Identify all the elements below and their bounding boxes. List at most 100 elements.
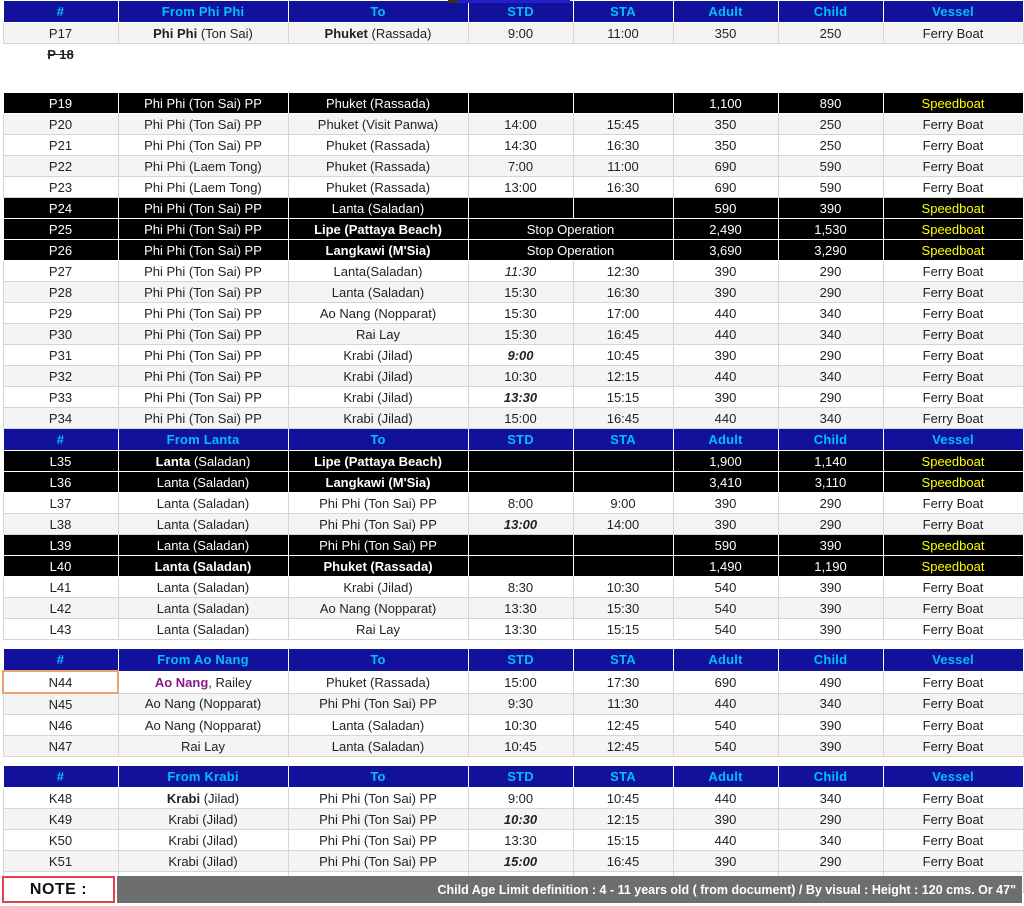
cell-std: 10:30 (467, 714, 574, 736)
table-row[interactable]: P17 Phi Phi (Ton Sai) Phuket (Rassada) 9… (2, 22, 1024, 44)
cell-std: 14:00 (467, 113, 574, 135)
cell-child: 590 (777, 176, 884, 198)
table-row[interactable]: L39 Lanta (Saladan) Phi Phi (Ton Sai) PP… (2, 534, 1024, 556)
cell-std: 13:30 (467, 829, 574, 851)
cell-from: Phi Phi (Ton Sai) PP (117, 134, 289, 156)
cell-num-selected[interactable]: N44 (2, 670, 119, 694)
cell-sta: 17:30 (572, 670, 674, 694)
table-row[interactable]: L35 Lanta (Saladan) Lipe (Pattaya Beach)… (2, 450, 1024, 472)
cell-vessel: Ferry Boat (882, 176, 1024, 198)
cell-empty (883, 756, 1023, 766)
cell-adult: 590 (672, 534, 779, 556)
table-row[interactable]: L36 Lanta (Saladan) Langkawi (M'Sia) 3,4… (2, 471, 1024, 493)
cell-from-bold: Krabi (166, 790, 201, 806)
table-row[interactable]: P33 Phi Phi (Ton Sai) PP Krabi (Jilad) 1… (2, 386, 1024, 408)
table-row[interactable]: L41 Lanta (Saladan) Krabi (Jilad) 8:30 1… (2, 576, 1024, 598)
cell-num: K50 (2, 829, 119, 851)
cell-num: K48 (2, 787, 119, 809)
cell-child: 290 (777, 513, 884, 535)
cell-num: P26 (2, 239, 119, 261)
table-row-selected[interactable]: N44 Ao Nang, Railey Phuket (Rassada) 15:… (2, 670, 1024, 694)
col-header-from-phi-phi: From Phi Phi (117, 0, 289, 23)
table-row[interactable]: P20 Phi Phi (Ton Sai) PP Phuket (Visit P… (2, 113, 1024, 135)
cell-child: 390 (777, 597, 884, 619)
cell-std: 8:30 (467, 576, 574, 598)
cell-adult: 390 (672, 344, 779, 366)
col-header-to: To (287, 765, 469, 788)
cell-child: 390 (777, 576, 884, 598)
cell-empty (673, 639, 778, 649)
cell-from: Ao Nang, Railey (117, 670, 289, 694)
cell-empty (883, 43, 1023, 64)
cell-child: 1,190 (777, 555, 884, 577)
table-row[interactable]: K51 Krabi (Jilad) Phi Phi (Ton Sai) PP 1… (2, 850, 1024, 872)
table-row[interactable]: L37 Lanta (Saladan) Phi Phi (Ton Sai) PP… (2, 492, 1024, 514)
table-row[interactable]: P34 Phi Phi (Ton Sai) PP Krabi (Jilad) 1… (2, 407, 1024, 429)
cell-child: 290 (777, 344, 884, 366)
table-row[interactable]: N45 Ao Nang (Nopparat) Phi Phi (Ton Sai)… (2, 692, 1024, 715)
col-header-num: # (2, 0, 119, 23)
note-footer: NOTE : Child Age Limit definition : 4 - … (2, 876, 1022, 903)
cell-from: Phi Phi (Ton Sai) PP (117, 113, 289, 135)
cell-from: Phi Phi (Ton Sai) PP (117, 323, 289, 345)
cell-from-bold: Ao Nang (154, 674, 209, 690)
table-row[interactable]: P25 Phi Phi (Ton Sai) PP Lipe (Pattaya B… (2, 218, 1024, 240)
spacer-row (3, 756, 1023, 766)
cell-vessel: Ferry Boat (882, 692, 1024, 715)
cell-num: P28 (2, 281, 119, 303)
cell-empty (118, 43, 288, 64)
table-row[interactable]: L38 Lanta (Saladan) Phi Phi (Ton Sai) PP… (2, 513, 1024, 535)
cell-empty (118, 639, 288, 649)
table-row[interactable]: P22 Phi Phi (Laem Tong) Phuket (Rassada)… (2, 155, 1024, 177)
table-row[interactable]: P30 Phi Phi (Ton Sai) PP Rai Lay 15:30 1… (2, 323, 1024, 345)
table-row[interactable]: P28 Phi Phi (Ton Sai) PP Lanta (Saladan)… (2, 281, 1024, 303)
cell-num: K51 (2, 850, 119, 872)
table-row[interactable]: K48 Krabi (Jilad) Phi Phi (Ton Sai) PP 9… (2, 787, 1024, 809)
cell-sta: 17:00 (572, 302, 674, 324)
cell-empty (468, 43, 573, 64)
cell-adult: 540 (672, 735, 779, 757)
table-row[interactable]: P21 Phi Phi (Ton Sai) PP Phuket (Rassada… (2, 134, 1024, 156)
cell-child: 290 (777, 281, 884, 303)
spacer-row (3, 84, 1023, 93)
cell-empty (468, 639, 573, 649)
cell-to: Krabi (Jilad) (287, 576, 469, 598)
header-row-lanta: # From Lanta To STD STA Adult Child Vess… (2, 428, 1024, 451)
spacer-row (3, 639, 1023, 649)
table-row[interactable]: P26 Phi Phi (Ton Sai) PP Langkawi (M'Sia… (2, 239, 1024, 261)
col-header-to: To (287, 648, 469, 672)
table-row[interactable]: P19 Phi Phi (Ton Sai) PP Phuket (Rassada… (2, 92, 1024, 114)
note-text: Child Age Limit definition : 4 - 11 year… (117, 876, 1022, 903)
cell-from: Rai Lay (117, 735, 289, 757)
cell-adult: 690 (672, 670, 779, 694)
table-row[interactable]: P24 Phi Phi (Ton Sai) PP Lanta (Saladan)… (2, 197, 1024, 219)
col-header-vessel: Vessel (882, 648, 1024, 672)
header-row-krabi: # From Krabi To STD STA Adult Child Vess… (2, 765, 1024, 788)
cell-num: L37 (2, 492, 119, 514)
cell-adult: 540 (672, 597, 779, 619)
col-header-to: To (287, 428, 469, 451)
timetable-sheet: # From Phi Phi To STD STA Adult Child Ve… (0, 0, 1024, 906)
table-row[interactable]: L40 Lanta (Saladan) Phuket (Rassada) 1,4… (2, 555, 1024, 577)
table-row[interactable]: L42 Lanta (Saladan) Ao Nang (Nopparat) 1… (2, 597, 1024, 619)
table-row[interactable]: P29 Phi Phi (Ton Sai) PP Ao Nang (Noppar… (2, 302, 1024, 324)
cell-num: L39 (2, 534, 119, 556)
table-row[interactable]: P31 Phi Phi (Ton Sai) PP Krabi (Jilad) 9… (2, 344, 1024, 366)
table-row[interactable]: K50 Krabi (Jilad) Phi Phi (Ton Sai) PP 1… (2, 829, 1024, 851)
cell-empty (3, 64, 118, 84)
cell-from: Phi Phi (Ton Sai) PP (117, 365, 289, 387)
table-row[interactable]: N47 Rai Lay Lanta (Saladan) 10:45 12:45 … (2, 735, 1024, 757)
table-row[interactable]: N46 Ao Nang (Nopparat) Lanta (Saladan) 1… (2, 714, 1024, 736)
cell-adult: 440 (672, 692, 779, 715)
cell-adult: 390 (672, 281, 779, 303)
table-row[interactable]: L43 Lanta (Saladan) Rai Lay 13:30 15:15 … (2, 618, 1024, 640)
cell-empty (288, 84, 468, 93)
table-row[interactable]: P27 Phi Phi (Ton Sai) PP Lanta(Saladan) … (2, 260, 1024, 282)
cell-to: Lipe (Pattaya Beach) (287, 218, 469, 240)
table-row[interactable]: K49 Krabi (Jilad) Phi Phi (Ton Sai) PP 1… (2, 808, 1024, 830)
cell-std: 10:45 (467, 735, 574, 757)
cell-from: Phi Phi (Ton Sai) PP (117, 218, 289, 240)
cell-adult: 590 (672, 197, 779, 219)
table-row[interactable]: P23 Phi Phi (Laem Tong) Phuket (Rassada)… (2, 176, 1024, 198)
table-row[interactable]: P32 Phi Phi (Ton Sai) PP Krabi (Jilad) 1… (2, 365, 1024, 387)
